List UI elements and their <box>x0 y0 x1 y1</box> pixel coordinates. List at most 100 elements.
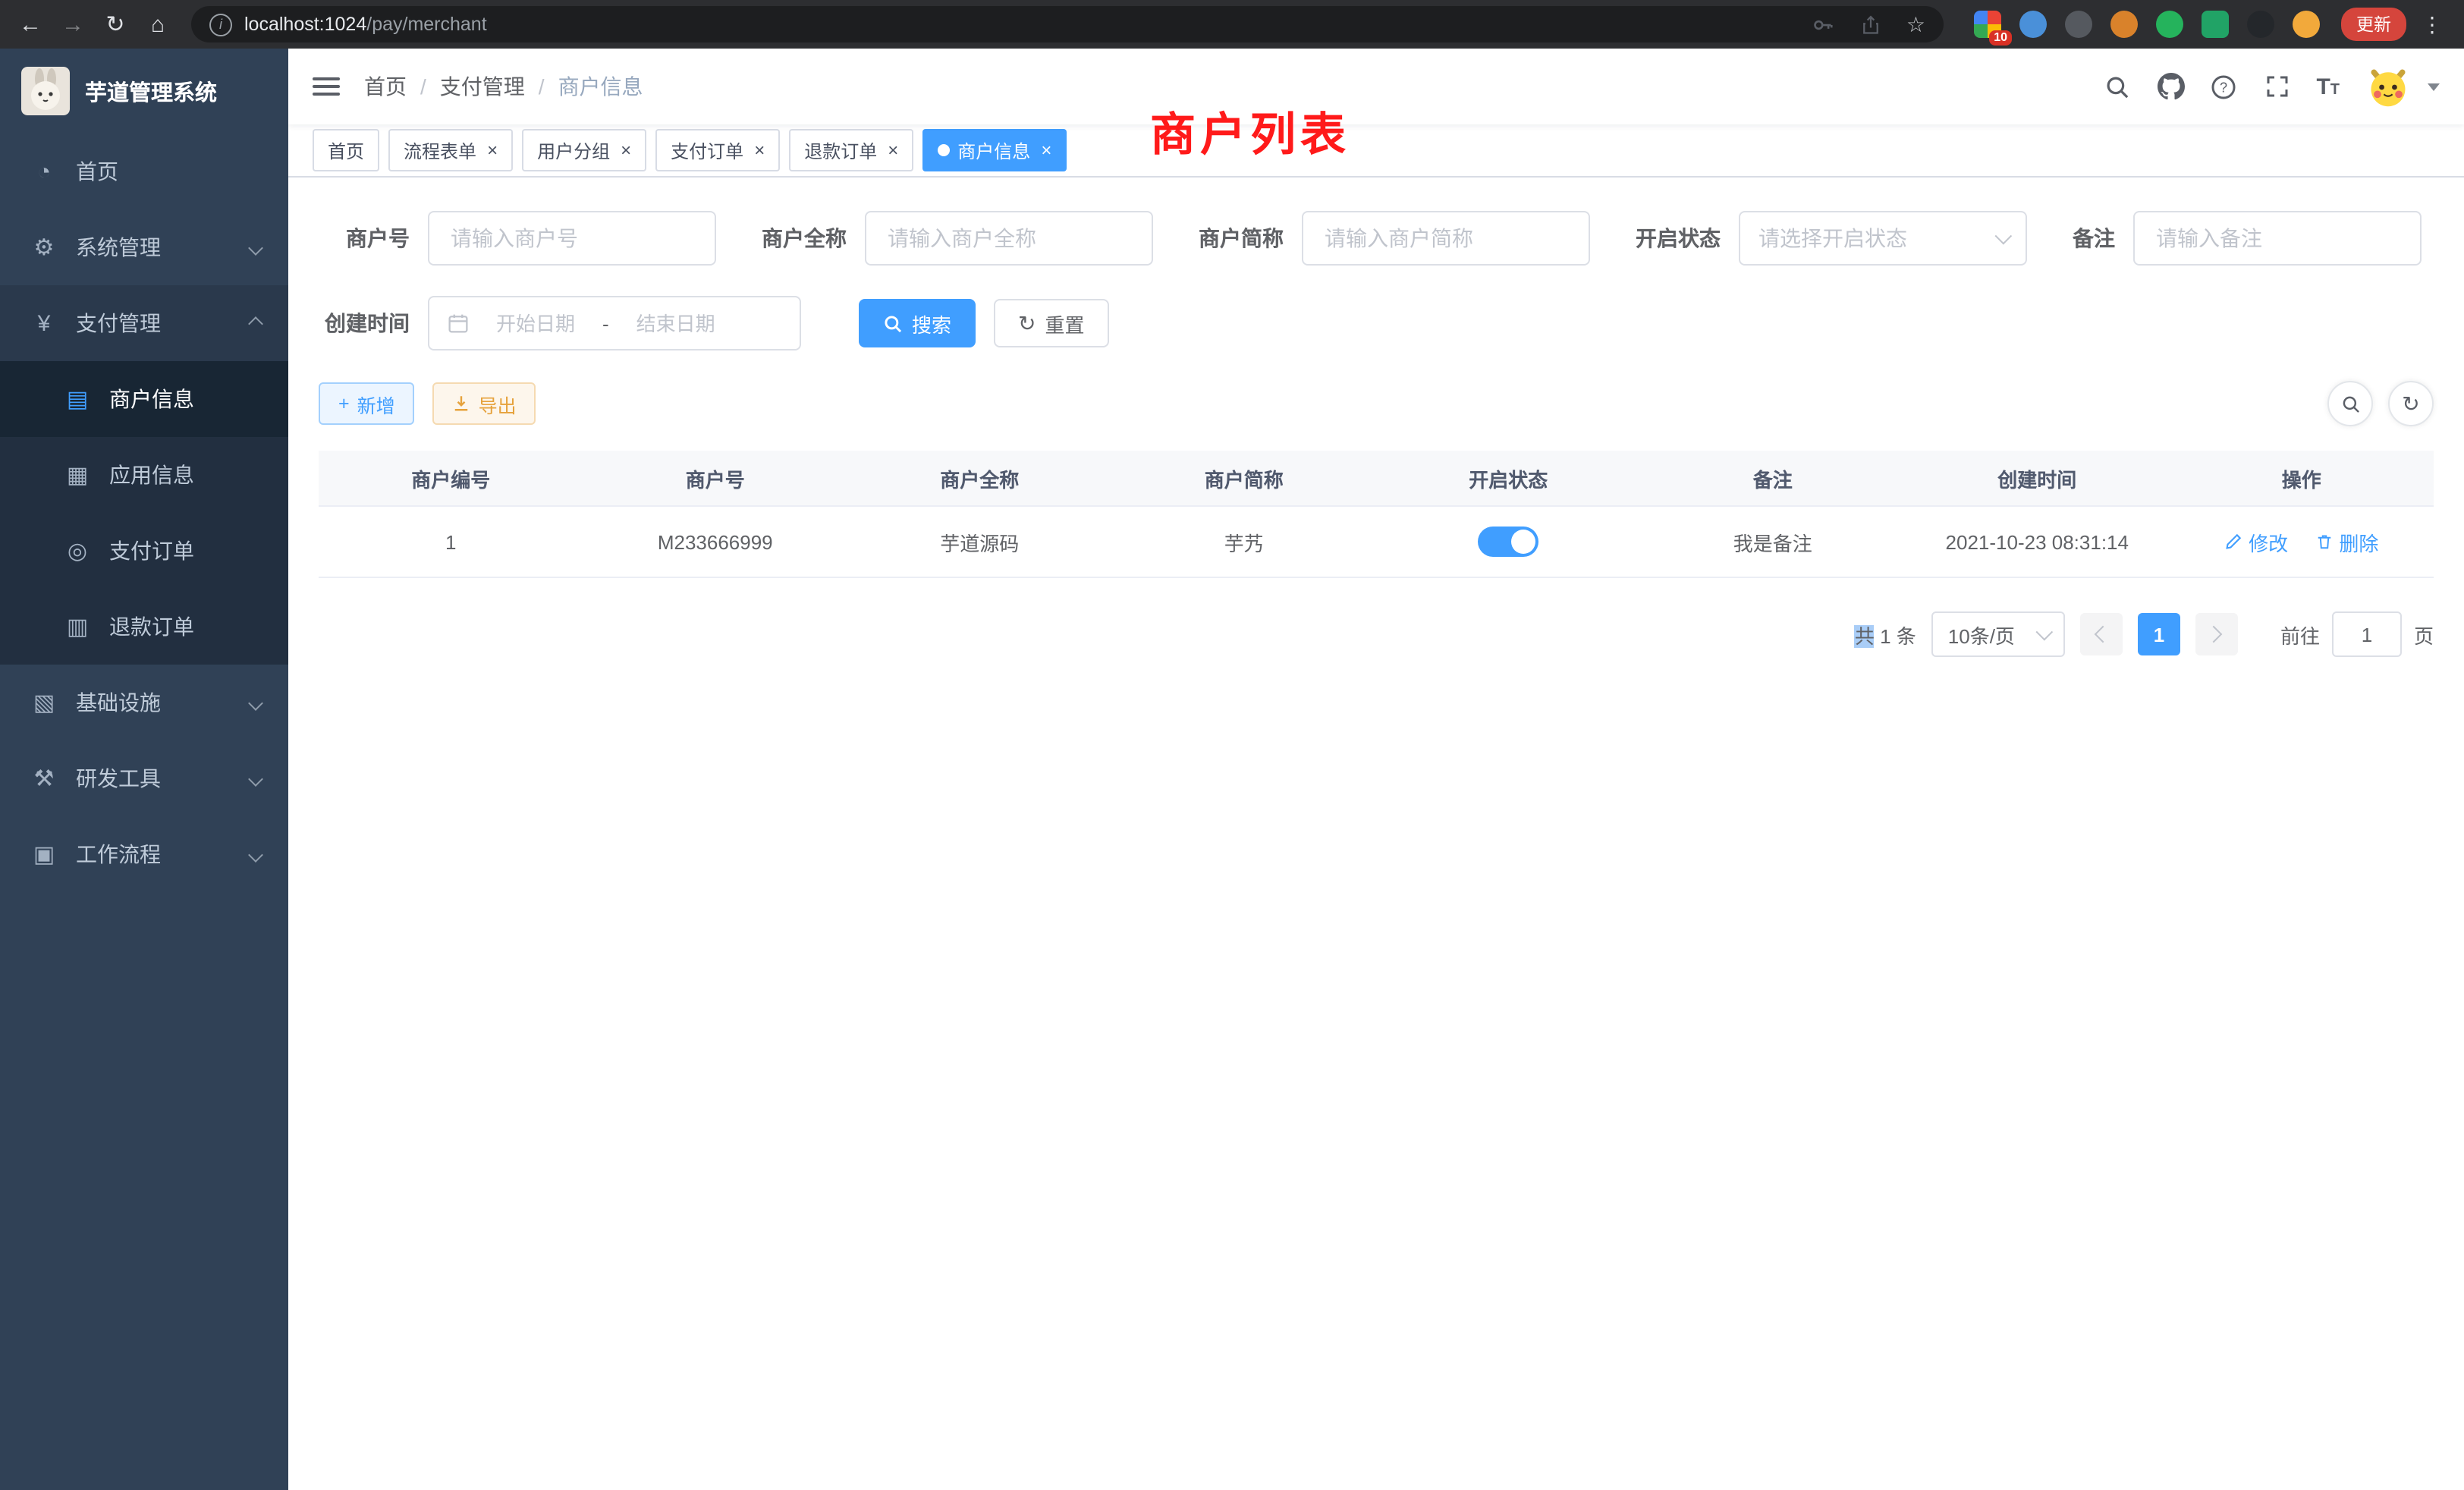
extension-icon[interactable]: 10 <box>1974 11 2001 38</box>
search-icon[interactable] <box>2104 73 2131 100</box>
caret-down-icon[interactable] <box>2428 83 2440 90</box>
delete-button[interactable]: 删除 <box>2315 527 2378 556</box>
status-toggle[interactable] <box>1478 527 1538 557</box>
hamburger-icon[interactable] <box>313 77 340 96</box>
close-icon[interactable]: × <box>487 141 498 159</box>
extension-icon[interactable] <box>2110 11 2138 38</box>
sidebar-item-label: 工作流程 <box>76 839 161 869</box>
prev-page-button[interactable] <box>2080 613 2123 655</box>
extension-icon[interactable] <box>2247 11 2274 38</box>
browser-menu-icon[interactable]: ⋮ <box>2412 11 2452 37</box>
breadcrumb: 首页 / 支付管理 / 商户信息 <box>364 71 643 102</box>
fullscreen-icon[interactable] <box>2263 73 2290 100</box>
extension-icon[interactable] <box>2202 11 2229 38</box>
sidebar-item-infra[interactable]: ▧ 基础设施 <box>0 665 288 740</box>
browser-toolbar: ← → ↻ ⌂ i localhost:1024/pay/merchant ☆ … <box>0 0 2464 49</box>
sidebar-item-workflow[interactable]: ▣ 工作流程 <box>0 816 288 892</box>
close-icon[interactable]: × <box>621 141 631 159</box>
col-actions: 操作 <box>2170 451 2434 506</box>
home-icon[interactable]: ⌂ <box>140 6 176 42</box>
tab-home[interactable]: 首页 <box>313 129 379 171</box>
toggle-search-button[interactable] <box>2327 381 2373 426</box>
github-icon[interactable] <box>2157 73 2184 100</box>
start-date-input[interactable] <box>478 310 593 336</box>
back-icon[interactable]: ← <box>12 6 49 42</box>
help-icon[interactable]: ? <box>2210 73 2237 100</box>
col-short-name: 商户简称 <box>1112 451 1377 506</box>
export-button[interactable]: 导出 <box>433 382 536 425</box>
password-key-icon[interactable] <box>1809 11 1837 38</box>
sidebar-item-app-info[interactable]: ▦ 应用信息 <box>0 437 288 513</box>
app-logo-row[interactable]: 芋道管理系统 <box>0 49 288 134</box>
sidebar-item-label: 商户信息 <box>109 384 194 414</box>
sidebar-item-home[interactable]: ◔ 首页 <box>0 134 288 209</box>
tab-user-group[interactable]: 用户分组× <box>522 129 646 171</box>
breadcrumb-separator: / <box>420 74 426 99</box>
breadcrumb-home[interactable]: 首页 <box>364 71 407 102</box>
goto-page-input[interactable] <box>2332 611 2402 657</box>
sidebar-item-label: 研发工具 <box>76 763 161 794</box>
sidebar-item-label: 系统管理 <box>76 232 161 262</box>
site-info-icon[interactable]: i <box>209 13 232 36</box>
reload-icon[interactable]: ↻ <box>97 6 134 42</box>
refresh-button[interactable]: ↻ <box>2388 381 2434 426</box>
sidebar-item-label: 支付订单 <box>109 536 194 566</box>
create-time-label: 创建时间 <box>319 308 410 338</box>
breadcrumb-separator: / <box>539 74 545 99</box>
tab-process-form[interactable]: 流程表单× <box>388 129 513 171</box>
address-bar[interactable]: i localhost:1024/pay/merchant ☆ <box>191 6 1944 42</box>
short-name-input[interactable] <box>1322 225 1570 252</box>
sidebar-item-label: 支付管理 <box>76 308 161 338</box>
end-date-input[interactable] <box>618 310 734 336</box>
sidebar-item-payment[interactable]: ¥ 支付管理 <box>0 285 288 361</box>
breadcrumb-payment[interactable]: 支付管理 <box>440 71 525 102</box>
col-merchant-id: 商户编号 <box>319 451 583 506</box>
page-number-button[interactable]: 1 <box>2138 613 2180 655</box>
cell-create-time: 2021-10-23 08:31:14 <box>1905 506 2170 577</box>
font-size-icon[interactable]: TT <box>2316 74 2340 99</box>
extensions-area: 10 <box>1974 11 2320 38</box>
edit-button[interactable]: 修改 <box>2224 527 2288 556</box>
tools-icon: ⚒ <box>30 765 58 792</box>
page-size-select[interactable]: 10条/页 <box>1931 611 2065 657</box>
search-button[interactable]: 搜索 <box>859 299 976 347</box>
date-range-picker[interactable]: - <box>428 296 801 350</box>
add-button[interactable]: + 新增 <box>319 382 415 425</box>
status-select[interactable]: 请选择开启状态 <box>1739 211 2027 266</box>
page-suffix-label: 页 <box>2414 620 2434 649</box>
tab-merchant-info[interactable]: 商户信息× <box>922 129 1067 171</box>
browser-update-button[interactable]: 更新 <box>2341 8 2406 41</box>
remark-input[interactable] <box>2153 225 2402 252</box>
close-icon[interactable]: × <box>1041 141 1051 159</box>
full-name-input[interactable] <box>885 225 1133 252</box>
sidebar-item-refund-order[interactable]: ▥ 退款订单 <box>0 589 288 665</box>
extension-icon[interactable] <box>2065 11 2092 38</box>
close-icon[interactable]: × <box>888 141 898 159</box>
bookmark-star-icon[interactable]: ☆ <box>1906 11 1925 37</box>
chevron-up-icon <box>248 316 263 331</box>
sidebar-item-system[interactable]: ⚙ 系统管理 <box>0 209 288 285</box>
target-icon: ◎ <box>64 537 91 564</box>
user-avatar[interactable] <box>2365 64 2411 109</box>
col-status: 开启状态 <box>1376 451 1641 506</box>
sidebar-item-devtools[interactable]: ⚒ 研发工具 <box>0 740 288 816</box>
cell-actions: 修改 删除 <box>2170 506 2434 577</box>
extension-icon[interactable] <box>2293 11 2320 38</box>
reset-button[interactable]: ↻ 重置 <box>994 299 1109 347</box>
sidebar-item-label: 首页 <box>76 156 118 187</box>
chevron-down-icon <box>1995 228 2013 245</box>
tab-pay-order[interactable]: 支付订单× <box>655 129 780 171</box>
extension-icon[interactable] <box>2019 11 2047 38</box>
share-icon[interactable] <box>1858 11 1885 38</box>
tab-refund-order[interactable]: 退款订单× <box>789 129 913 171</box>
merchant-no-input[interactable] <box>448 225 696 252</box>
sidebar-item-pay-order[interactable]: ◎ 支付订单 <box>0 513 288 589</box>
extension-icon[interactable] <box>2156 11 2183 38</box>
svg-text:?: ? <box>2220 79 2227 94</box>
sidebar-item-merchant-info[interactable]: ▤ 商户信息 <box>0 361 288 437</box>
close-icon[interactable]: × <box>754 141 765 159</box>
grid-icon: ▦ <box>64 461 91 489</box>
forward-icon[interactable]: → <box>55 6 91 42</box>
next-page-button[interactable] <box>2195 613 2238 655</box>
pagination: 共 1 条 10条/页 1 前往 页 <box>319 611 2434 657</box>
